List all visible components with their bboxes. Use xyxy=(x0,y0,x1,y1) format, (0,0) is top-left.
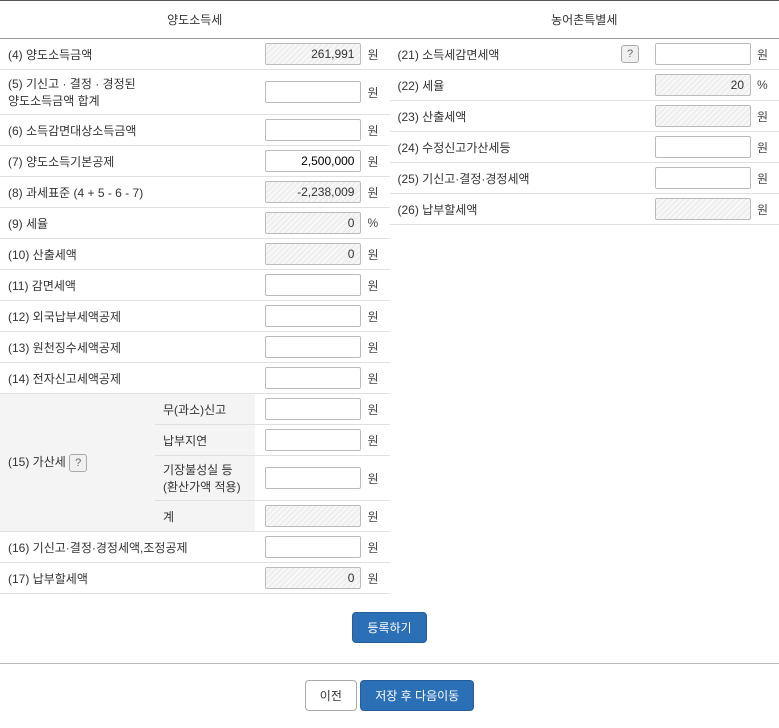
r15c-label: 기장불성실 등 (환산가액 적용) xyxy=(155,456,255,501)
r10-label: (10) 산출세액 xyxy=(0,239,255,270)
right-table: 농어촌특별세 (21) 소득세감면세액?원 (22) 세율% (23) 산출세액… xyxy=(390,0,779,225)
unit: 원 xyxy=(363,39,389,70)
r15-label: (15) 가산세 ? xyxy=(0,394,155,532)
r17-input xyxy=(265,567,361,589)
r26-input xyxy=(655,198,751,220)
r4-label: (4) 양도소득금액 xyxy=(0,39,255,70)
r14-input[interactable] xyxy=(265,367,361,389)
r8-input xyxy=(265,181,361,203)
r21-label: (21) 소득세감면세액 xyxy=(390,39,620,70)
register-button[interactable]: 등록하기 xyxy=(352,612,426,643)
r22-input xyxy=(655,74,751,96)
r15a-input[interactable] xyxy=(265,398,361,420)
r25-input[interactable] xyxy=(655,167,751,189)
r15d-label: 계 xyxy=(155,501,255,532)
r16-label: (16) 기신고·결정·경정세액,조정공제 xyxy=(0,532,255,563)
r11-label: (11) 감면세액 xyxy=(0,270,255,301)
r7-input[interactable] xyxy=(265,150,361,172)
r17-label: (17) 납부할세액 xyxy=(0,563,255,594)
r15b-label: 납부지연 xyxy=(155,425,255,456)
r24-label: (24) 수정신고가산세등 xyxy=(390,132,646,163)
r12-label: (12) 외국납부세액공제 xyxy=(0,301,255,332)
r4-input xyxy=(265,43,361,65)
r23-input xyxy=(655,105,751,127)
r21-input[interactable] xyxy=(655,43,751,65)
r15c-input[interactable] xyxy=(265,467,361,489)
r22-label: (22) 세율 xyxy=(390,70,646,101)
r7-label: (7) 양도소득기본공제 xyxy=(0,146,255,177)
r9-label: (9) 세율 xyxy=(0,208,255,239)
r11-input[interactable] xyxy=(265,274,361,296)
save-next-button[interactable]: 저장 후 다음이동 xyxy=(360,680,474,711)
r8-label: (8) 과세표준 (4 + 5 - 6 - 7) xyxy=(0,177,255,208)
r13-label: (13) 원천징수세액공제 xyxy=(0,332,255,363)
left-table: 양도소득세 (4) 양도소득금액 원 (5) 기신고 · 결정 · 경정된 양도소… xyxy=(0,0,390,594)
r5-label: (5) 기신고 · 결정 · 경정된 양도소득금액 합계 xyxy=(0,70,255,115)
r5-input[interactable] xyxy=(265,81,361,103)
r6-input[interactable] xyxy=(265,119,361,141)
help-r21[interactable]: ? xyxy=(621,45,639,63)
r25-label: (25) 기신고·결정·경정세액 xyxy=(390,163,646,194)
r15d-input xyxy=(265,505,361,527)
r24-input[interactable] xyxy=(655,136,751,158)
r26-label: (26) 납부할세액 xyxy=(390,194,646,225)
r15b-input[interactable] xyxy=(265,429,361,451)
r6-label: (6) 소득감면대상소득금액 xyxy=(0,115,255,146)
left-header: 양도소득세 xyxy=(0,1,390,39)
r14-label: (14) 전자신고세액공제 xyxy=(0,363,255,394)
r16-input[interactable] xyxy=(265,536,361,558)
r15a-label: 무(과소)신고 xyxy=(155,394,255,425)
prev-button[interactable]: 이전 xyxy=(305,680,357,711)
r13-input[interactable] xyxy=(265,336,361,358)
r9-input xyxy=(265,212,361,234)
help-r15[interactable]: ? xyxy=(69,454,87,472)
right-header: 농어촌특별세 xyxy=(390,1,779,39)
r23-label: (23) 산출세액 xyxy=(390,101,646,132)
r10-input xyxy=(265,243,361,265)
r12-input[interactable] xyxy=(265,305,361,327)
